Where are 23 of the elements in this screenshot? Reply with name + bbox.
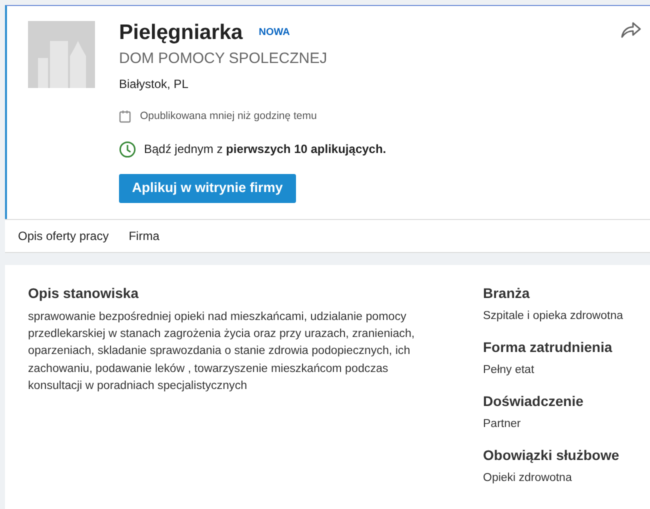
job-title: Pielęgniarka	[119, 21, 243, 44]
calendar-icon	[119, 110, 132, 123]
apply-button[interactable]: Aplikuj w witrynie firmy	[119, 174, 296, 203]
posted-time: Opublikowana mniej niż godzinę temu	[140, 108, 317, 124]
detail-value: Partner	[483, 417, 522, 432]
company-name: DOM POMOCY SPOLECZNEJ	[119, 49, 328, 70]
job-location: Białystok, PL	[119, 76, 190, 93]
description-text: sprawowanie bezpośredniej opieki nad mieszkańcami, udzialanie pomocy przedlekarskiej w stanach zagrożenia życia oraz przy urazach, zranieniach, oparzeniach, skladanie sprawozdania o stanie zdrowia podopiecznych, ich zachowaniu, podawanie leków , towarzyszenie mieszkańcom podczas konsultacji w poradniach specjalistycznych	[28, 308, 416, 394]
detail-value: Pełny etat	[483, 362, 536, 378]
section-heading: Opis stanowiska	[28, 284, 140, 303]
detail-heading: Forma zatrudnienia	[483, 338, 614, 357]
detail-heading: Branża	[483, 284, 531, 303]
detail-value: Opieki zdrowotna	[483, 471, 573, 486]
share-icon[interactable]	[620, 21, 642, 39]
detail-value: Szpitale i opieka zdrowotna	[483, 308, 623, 324]
applicants-note: Bądź jednym z pierwszych 10 aplikujących.	[144, 141, 386, 158]
company-logo-icon	[28, 21, 95, 88]
new-label: NOWA	[258, 26, 290, 40]
clock-icon	[119, 140, 136, 158]
detail-heading: Doświadczenie	[483, 392, 584, 412]
detail-heading: Obowiązki służbowe	[483, 446, 620, 466]
tab[interactable]: Opis oferty pracy	[18, 226, 109, 245]
tab[interactable]: Firma	[128, 226, 160, 245]
